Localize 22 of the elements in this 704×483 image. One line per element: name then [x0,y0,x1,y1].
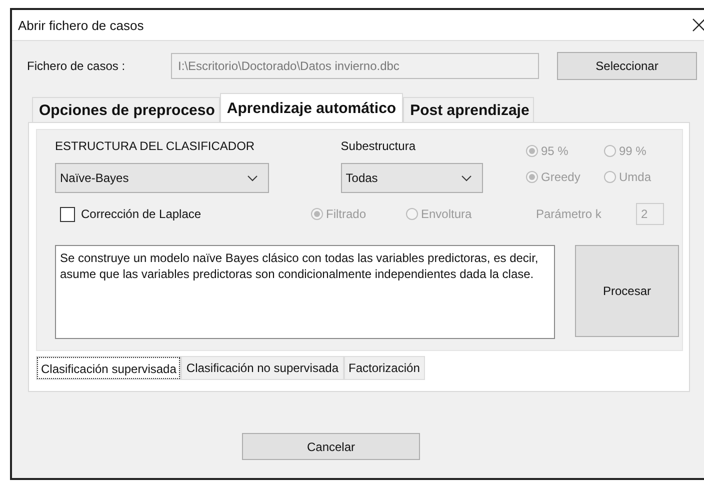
file-path-field[interactable]: I:\Escritorio\Doctorado\Datos invierno.dbc [171,53,539,79]
laplace-checkbox[interactable]: Corrección de Laplace [60,206,311,222]
window-title: Abrir fichero de casos [18,18,144,32]
process-button[interactable]: Procesar [575,245,679,337]
tab[interactable]: Aprendizaje automático [220,93,404,122]
parameter-k-label: Parámetro k [536,207,602,221]
tab[interactable]: Clasificación supervisada [36,356,182,380]
select-button[interactable]: Seleccionar [557,52,697,80]
tab[interactable]: Opciones de preproceso [32,97,220,122]
tab[interactable]: Clasificación no supervisada [181,356,344,380]
tab[interactable]: Post aprendizaje [403,97,534,122]
substructure-dropdown[interactable]: Todas [340,163,483,193]
substructure-label: Subestructura [340,138,416,154]
cancel-button[interactable]: Cancelar [242,433,420,460]
chevron-down-icon [247,174,258,182]
description-text-area[interactable]: Se construye un modelo naïve Bayes clásico con todas las variables predictoras, es decir, asume que las variables predictoras son condicionalmente independientes dada la clase. [55,245,555,339]
close-icon[interactable] [692,18,704,32]
structure-label: ESTRUCTURA DEL CLASIFICADOR [55,138,256,154]
chevron-down-icon [460,174,472,182]
tab[interactable]: Factorización [344,356,425,380]
file-label: Fichero de casos : [27,59,126,73]
structure-dropdown[interactable]: Naïve-Bayes [55,163,269,193]
